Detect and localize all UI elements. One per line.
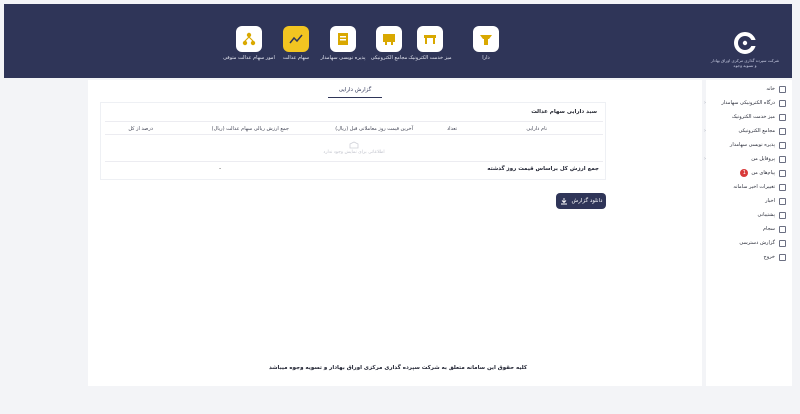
- nav-item-dara[interactable]: دارا: [458, 26, 514, 61]
- user-icon: [779, 155, 786, 163]
- chart-icon: [283, 26, 309, 52]
- sidebar-item-support[interactable]: پشتیبانی: [708, 210, 786, 220]
- portal-icon: [779, 99, 786, 107]
- nav-item-deceased-shares[interactable]: امور سهام عدالت متوفی: [221, 26, 277, 61]
- column-count: تعداد: [446, 126, 457, 132]
- home-icon: [779, 85, 786, 93]
- dara-icon: [473, 26, 499, 52]
- meeting-icon: [779, 127, 786, 135]
- sidebar-item-sejam[interactable]: سجام: [708, 224, 786, 234]
- tab-asset-report[interactable]: گزارش دارایی: [328, 84, 382, 98]
- desk-icon: [779, 113, 786, 121]
- download-report-button[interactable]: دانلود گزارش: [556, 193, 606, 209]
- total-label: جمع ارزش کل براساس قیمت روز گذشته: [487, 166, 599, 172]
- total-value: -: [219, 165, 222, 172]
- messages-badge: 1: [740, 169, 749, 177]
- sidebar-item-messages[interactable]: پیام‌های من 1: [708, 168, 786, 178]
- chevron-icon: ‹: [704, 156, 706, 162]
- sidebar-item-changes[interactable]: تغییرات اخیر سامانه: [708, 182, 786, 192]
- sidebar-item-shareholder-portal[interactable]: درگاه الکترونیکی سهامدار ‹: [704, 98, 786, 108]
- panel-title: سبد دارایی سهام عدالت: [531, 109, 597, 115]
- support-icon: [779, 211, 786, 219]
- sidebar-item-subscription[interactable]: پذیره نویسی سهامدار: [708, 140, 786, 150]
- sidebar-item-access-report[interactable]: گزارش دسترسی: [708, 238, 786, 248]
- subscription-icon: [779, 141, 786, 149]
- news-icon: [779, 197, 786, 205]
- sidebar-item-home[interactable]: خانه: [708, 84, 786, 94]
- column-percent: درصد از کل: [128, 126, 153, 132]
- meeting-icon: [376, 26, 402, 52]
- sejam-icon: [779, 225, 786, 233]
- subscription-icon: [330, 26, 356, 52]
- desk-icon: [417, 26, 443, 52]
- main-content: گزارش دارایی سبد دارایی سهام عدالت نام د…: [88, 80, 702, 386]
- column-total-value: جمع ارزش ریالی سهام عدالت (ریال): [211, 126, 289, 132]
- empty-state-text: اطلاعاتی برای نمایش وجود ندارد: [323, 150, 385, 155]
- right-sidebar: خانه درگاه الکترونیکی سهامدار ‹ میز خدمت …: [704, 80, 792, 386]
- asset-basket-panel: سبد دارایی سهام عدالت نام دارایی تعداد آ…: [100, 102, 606, 180]
- sidebar-item-logout[interactable]: خروج: [708, 252, 786, 262]
- column-last-price: آخرین قیمت روز معاملاتی قبل (ریال): [335, 126, 413, 132]
- top-nav: دارا میز خدمت الکترونیک مجامع الکترونیکی…: [4, 4, 792, 78]
- sidebar-item-e-desk[interactable]: میز خدمت الکترونیک: [708, 112, 786, 122]
- network-icon: [236, 26, 262, 52]
- changes-icon: [779, 183, 786, 191]
- download-icon: [560, 198, 567, 205]
- report-icon: [779, 239, 786, 247]
- table-header: نام دارایی تعداد آخرین قیمت روز معاملاتی…: [105, 121, 603, 135]
- sidebar-item-profile[interactable]: پروفایل من ‹: [704, 154, 786, 164]
- mail-icon: [779, 169, 786, 177]
- column-asset-name: نام دارایی: [526, 126, 547, 132]
- top-header: شرکت سپرده گذاری مرکزی اوراق بهادار و تس…: [4, 4, 792, 78]
- chevron-icon: ‹: [704, 100, 706, 106]
- sidebar-item-news[interactable]: اخبار: [708, 196, 786, 206]
- empty-box-icon: [349, 141, 359, 149]
- copyright-footer: کلیه حقوق این سامانه متعلق به شرکت سپرده…: [268, 365, 528, 371]
- logout-icon: [779, 253, 786, 261]
- chevron-icon: ‹: [704, 128, 706, 134]
- total-row: جمع ارزش کل براساس قیمت روز گذشته -: [105, 161, 603, 175]
- sidebar-item-e-meetings[interactable]: مجامع الکترونیکی ‹: [704, 126, 786, 136]
